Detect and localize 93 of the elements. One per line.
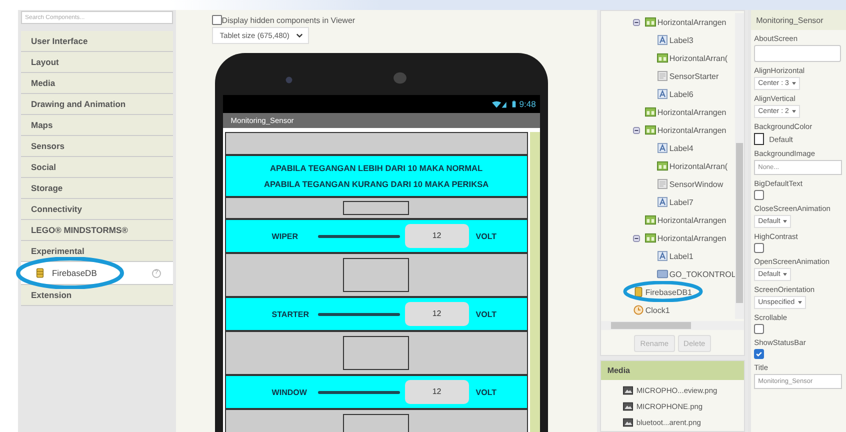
component-item[interactable]: SensorStarter [669,72,719,80]
label-icon [657,143,668,153]
checkbox[interactable] [754,243,764,253]
textbox-icon [657,71,668,81]
item-label: FirebaseDB [52,268,98,278]
collapse-icon[interactable] [633,234,640,242]
palette-category[interactable]: Sensors [20,136,173,157]
collapse-icon[interactable] [633,126,640,134]
unit-label: VOLT [476,310,497,318]
arrangement-icon [645,215,656,225]
unit-label: VOLT [476,232,497,240]
banner-text: APABILA TEGANGAN LEBIH DARI 10 MAKA NORMAL [270,163,483,173]
component-item[interactable]: HorizontalArrangen [657,108,726,116]
component-item[interactable]: Clock1 [645,306,670,314]
arrangement-icon [645,17,656,27]
banner-text: APABILA TEGANGAN KURANG DARI 10 MAKA PERIKSA [264,179,489,189]
caret-icon [783,273,788,276]
label-icon [657,251,668,261]
component-item[interactable]: Label1 [669,252,694,260]
checkbox[interactable] [754,190,764,200]
textbox-icon [657,179,668,189]
palette-category[interactable]: Layout [20,52,173,73]
checkbox[interactable] [212,15,222,25]
clock-time: 9:48 [519,99,536,109]
sensor-label: WIPER [272,232,300,240]
color-swatch[interactable] [754,133,764,145]
caret-icon [792,110,796,113]
scrollbar[interactable] [530,132,540,432]
database-icon [633,287,644,297]
panel-title: Media [607,366,630,375]
scrollbar[interactable] [735,13,744,319]
arrangement-icon [657,53,668,63]
image-file-icon [623,418,634,426]
label-icon [657,35,668,45]
slider-track[interactable] [318,234,400,238]
image-file-icon [623,402,634,410]
checkbox[interactable] [754,324,764,334]
palette-category[interactable]: Media [20,73,173,94]
palette-category[interactable]: User Interface [20,31,173,52]
unit-label: VOLT [476,388,497,396]
sensor-label: STARTER [272,310,310,318]
palette-category[interactable]: LEGO® MINDSTORMS® [20,220,173,241]
palette-category[interactable]: Social [20,157,173,178]
arrangement-icon [645,107,656,117]
button-icon [657,269,668,279]
battery-icon [512,100,516,108]
component-item[interactable]: HorizontalArran( [669,162,728,170]
arrangement-icon [657,161,668,171]
component-item[interactable]: HorizontalArrangen [657,216,726,224]
component-item[interactable]: SensorWindow [669,180,724,188]
checkbox-label: Display hidden components in Viewer [222,16,356,24]
component-item[interactable]: HorizontalArran( [669,54,728,62]
speaker-icon [392,72,407,84]
panel-title: Monitoring_Sensor [756,16,824,24]
checkbox[interactable] [754,349,764,359]
component-item[interactable]: Label4 [669,144,694,152]
label-icon [657,89,668,99]
palette-category[interactable]: Maps [20,115,173,136]
arrangement-icon [645,125,656,135]
empty-box [343,258,410,292]
component-item[interactable]: HorizontalArrangen [657,234,726,242]
caret-icon [783,220,788,223]
value-field[interactable]: 12 [404,302,469,326]
palette-category[interactable]: Storage [20,178,173,199]
component-item[interactable]: HorizontalArrangen [657,18,726,26]
signal-icon [492,100,510,108]
collapse-icon[interactable] [633,18,640,26]
component-item[interactable]: GO_TOKONTROL [669,270,736,278]
value-field[interactable]: 12 [404,380,469,404]
label-icon [657,197,668,207]
empty-box [343,336,410,370]
palette-category[interactable]: Connectivity [20,199,173,220]
component-item[interactable]: Label7 [669,198,694,206]
empty-box [343,201,410,215]
palette-category[interactable]: Drawing and Animation [20,94,173,115]
camera-icon [284,76,293,84]
caret-icon [798,301,802,304]
arrangement-icon [645,233,656,243]
chevron-icon [296,33,304,38]
clock-icon [633,305,644,315]
sensor-label: WINDOW [272,388,308,396]
palette-category[interactable]: Extension [20,285,173,306]
component-item[interactable]: Label3 [669,36,694,44]
slider-track[interactable] [318,312,400,316]
caret-icon [792,82,796,85]
value-field[interactable]: 12 [404,224,469,248]
slider-track[interactable] [318,390,400,394]
image-file-icon [623,386,634,394]
database-icon [36,268,44,278]
scrollbar[interactable] [601,321,744,330]
component-item[interactable]: HorizontalArrangen [657,126,726,134]
component-item[interactable]: Label6 [669,90,694,98]
palette-category[interactable]: Experimental [20,241,173,262]
